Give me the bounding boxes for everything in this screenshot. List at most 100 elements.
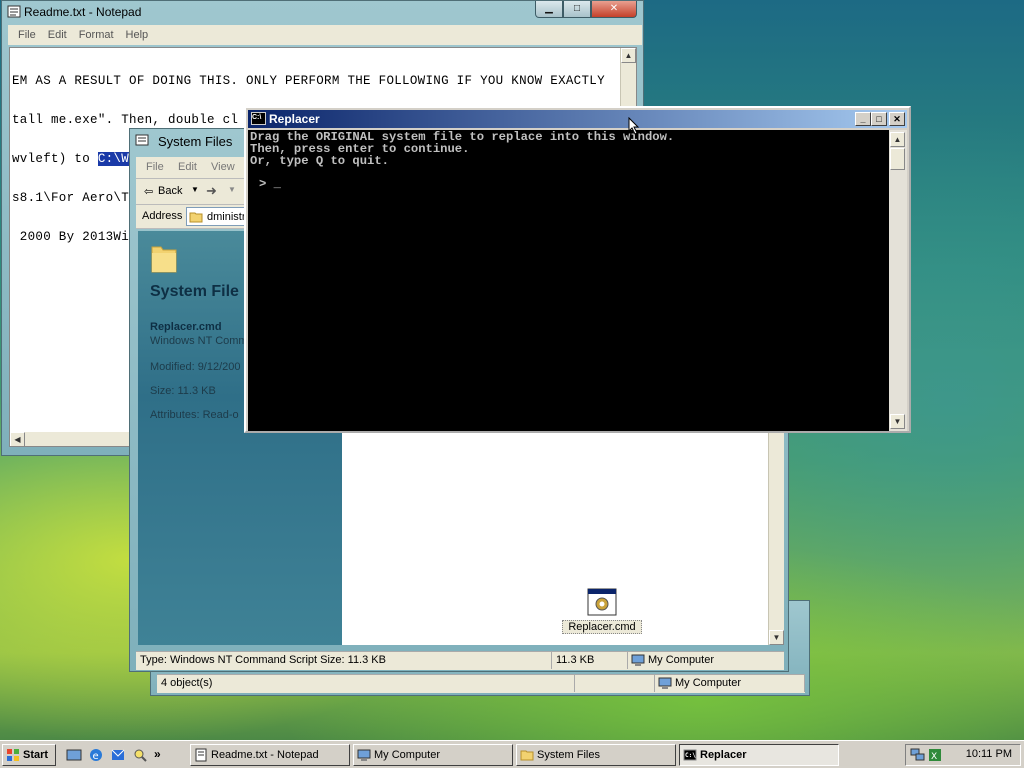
status-location-text: My Computer [675,677,742,689]
taskbar-button-my-computer[interactable]: My Computer [353,744,513,766]
pane-modified: Modified: 9/12/200 [150,361,241,373]
status-object-count: 4 object(s) [157,675,575,692]
console-titlebar[interactable]: C:\ Replacer _ □ ✕ [248,110,907,128]
windows-logo-icon [7,749,19,761]
taskbar-button-label: Replacer [700,749,747,761]
system-files-icon [135,134,149,146]
scroll-down-icon[interactable]: ▼ [769,630,784,645]
scroll-up-icon[interactable]: ▲ [621,48,636,63]
pane-file-name: Replacer.cmd [150,321,222,333]
chevron-down-icon[interactable]: ▼ [191,185,199,194]
minimize-button[interactable]: ▁ [535,1,563,18]
status-size: 11.3 KB [552,652,628,669]
search-icon[interactable] [132,747,148,763]
address-input[interactable]: dministr [186,207,246,226]
notepad-title: Readme.txt - Notepad [24,5,142,19]
back-arrow-icon[interactable]: ⇦ [144,185,153,198]
taskbar-button-system-files[interactable]: System Files [516,744,676,766]
text-line: 2000 By 2013Wi [12,230,130,244]
status-type: Type: Windows NT Command Script Size: 11… [136,652,552,669]
notepad-icon [7,5,21,18]
console-prompt: > _ [259,177,281,191]
console-output[interactable]: Drag the ORIGINAL system file to replace… [248,130,889,431]
console-icon: C:\ [251,112,266,125]
start-label: Start [23,749,49,761]
menu-edit[interactable]: Edit [178,161,197,173]
selected-text: C:\W [97,152,130,166]
quick-launch: e » [66,747,161,763]
status-location-text: My Computer [648,654,715,666]
back-button[interactable]: Back [158,185,182,197]
scroll-left-icon[interactable]: ◀ [10,432,25,446]
text-line: tall me.exe". Then, double cl [12,113,239,127]
text-line-part: wvleft) to [12,152,98,166]
quick-launch-more[interactable]: » [154,747,161,763]
taskbar-button-label: System Files [537,749,600,761]
spreadsheet-icon[interactable]: X [928,748,942,762]
pane-size: Size: 11.3 KB [150,385,216,397]
computer-icon [631,654,645,666]
network-icon[interactable] [910,748,926,762]
text-line: EM AS A RESULT OF DOING THIS. ONLY PERFO… [12,74,605,88]
console-icon: C:\ [683,749,697,761]
notepad-icon [195,748,207,762]
mouse-cursor-icon [628,117,640,135]
close-button[interactable]: ✕ [889,112,905,126]
folder-icon [520,750,534,761]
computer-icon [658,677,672,689]
menu-edit[interactable]: Edit [42,29,73,41]
text-line: wvleft) to C:\W [12,152,130,166]
pane-file-type: Windows NT Comma [150,335,254,347]
system-tray: X 10:11 PM [905,744,1021,766]
taskbar-button-label: My Computer [374,749,441,761]
address-value: dministr [207,211,246,223]
svg-text:e: e [93,751,99,762]
console-vertical-scrollbar[interactable]: ▲ ▼ [889,130,907,431]
forward-arrow-icon[interactable]: ➜ [206,183,217,199]
status-location: My Computer [628,652,784,669]
pane-attributes: Attributes: Read-o [150,409,239,421]
svg-text:X: X [931,752,937,762]
cmd-script-icon [587,588,617,616]
show-desktop-icon[interactable] [66,747,82,763]
menu-file[interactable]: File [12,29,42,41]
svg-text:C:\: C:\ [685,752,696,759]
scroll-down-icon[interactable]: ▼ [890,414,905,429]
status-cell [575,675,655,692]
notepad-menubar: File Edit Format Help [8,25,642,45]
maximize-button[interactable]: □ [563,1,591,18]
start-button[interactable]: Start [2,744,56,766]
scroll-thumb[interactable] [890,148,905,170]
pane-title: System File [150,283,239,300]
explorer-title: System Files [158,134,233,149]
file-item[interactable]: Replacer.cmd [562,587,642,634]
maximize-button[interactable]: □ [871,112,887,126]
menu-help[interactable]: Help [120,29,155,41]
outlook-icon[interactable] [110,747,126,763]
menu-format[interactable]: Format [73,29,120,41]
replacer-console-window[interactable]: C:\ Replacer _ □ ✕ Drag the ORIGINAL sys… [244,106,911,433]
status-bar: Type: Windows NT Command Script Size: 11… [136,651,784,670]
taskbar-button-label: Readme.txt - Notepad [211,749,319,761]
close-button[interactable]: ✕ [591,1,637,18]
file-item-label: Replacer.cmd [562,620,642,634]
notepad-titlebar[interactable]: Readme.txt - Notepad ▁ □ ✕ [2,1,643,23]
internet-explorer-icon[interactable]: e [88,747,104,763]
text-line: s8.1\For Aero\Tr [12,191,137,205]
computer-icon [357,749,371,761]
clock[interactable]: 10:11 PM [966,748,1012,760]
minimize-button[interactable]: _ [855,112,871,126]
taskbar: Start e » Readme.txt - Notepad My Comput… [0,740,1024,768]
status-location: My Computer [655,675,805,692]
scroll-up-icon[interactable]: ▲ [890,132,905,147]
console-line: Or, type Q to quit. [250,154,389,168]
status-bar: 4 object(s) My Computer [157,674,805,693]
folder-icon [151,246,177,273]
taskbar-button-notepad[interactable]: Readme.txt - Notepad [190,744,350,766]
address-label: Address [142,210,183,222]
chevron-down-icon[interactable]: ▼ [228,185,236,194]
taskbar-button-replacer[interactable]: C:\ Replacer [679,744,839,766]
console-title: Replacer [269,112,320,126]
menu-file[interactable]: File [146,161,164,173]
menu-view[interactable]: View [211,161,235,173]
